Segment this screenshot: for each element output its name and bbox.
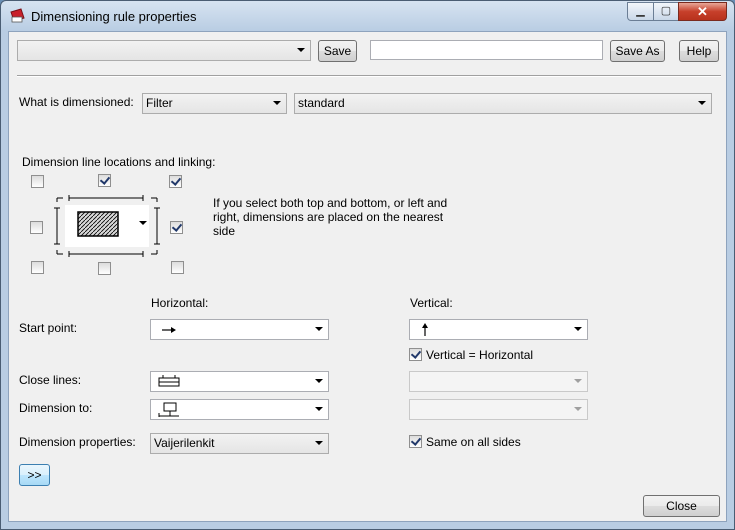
dimension-properties-label: Dimension properties: <box>19 435 136 449</box>
help-button[interactable]: Help <box>679 40 719 62</box>
vertical-close-lines-select[interactable] <box>409 371 588 392</box>
close-button[interactable]: Close <box>643 495 720 517</box>
close-lines-label: Close lines: <box>19 373 82 387</box>
arrow-up-icon <box>422 323 428 336</box>
vertical-start-point-select[interactable] <box>409 319 588 340</box>
chevron-down-icon <box>315 441 323 445</box>
close-icon: ✕ <box>697 4 708 19</box>
bottom-left-checkbox[interactable] <box>31 261 44 274</box>
dimension-to-icon <box>158 402 179 417</box>
toolbar-separator <box>17 75 721 77</box>
minimize-button[interactable]: ▁ <box>627 2 654 21</box>
dimension-type-select[interactable]: Filter <box>142 93 287 114</box>
dimension-locations-diagram-icon <box>54 195 160 257</box>
close-window-button[interactable]: ✕ <box>678 2 727 21</box>
horizontal-dimension-to-select[interactable] <box>150 399 329 420</box>
locations-note: If you select both top and bottom, or le… <box>213 196 448 238</box>
same-on-all-sides-checkbox[interactable] <box>409 435 422 448</box>
locations-label: Dimension line locations and linking: <box>22 155 216 169</box>
maximize-button[interactable]: ▢ <box>653 2 679 21</box>
top-left-checkbox[interactable] <box>31 175 44 188</box>
dialog-window: Dimensioning rule properties ▁ ▢ ✕ Save … <box>0 0 735 530</box>
chevron-down-icon <box>315 407 323 411</box>
bottom-right-checkbox[interactable] <box>171 261 184 274</box>
dimension-properties-select[interactable]: Vaijerilenkit <box>150 433 329 454</box>
chevron-down-icon <box>273 101 281 105</box>
filter-value: standard <box>298 96 345 110</box>
vertical-equals-horizontal-checkbox[interactable] <box>409 348 422 361</box>
expand-button[interactable]: >> <box>19 464 50 486</box>
arrow-right-icon <box>162 327 176 333</box>
left-checkbox[interactable] <box>30 221 43 234</box>
chevron-down-icon <box>315 327 323 331</box>
chevron-down-icon <box>297 48 305 52</box>
filter-select[interactable]: standard <box>294 93 712 114</box>
chevron-down-icon <box>574 379 582 383</box>
vertical-header: Vertical: <box>410 296 453 310</box>
top-right-checkbox[interactable] <box>169 175 182 188</box>
chevron-down-icon <box>574 407 582 411</box>
title-bar[interactable]: Dimensioning rule properties ▁ ▢ ✕ <box>1 1 734 31</box>
maximize-icon: ▢ <box>660 5 672 17</box>
what-dimensioned-label: What is dimensioned: <box>19 95 134 109</box>
dimension-to-label: Dimension to: <box>19 401 93 415</box>
chevron-down-icon <box>574 327 582 331</box>
save-button[interactable]: Save <box>318 40 357 62</box>
horizontal-start-point-select[interactable] <box>150 319 329 340</box>
save-as-name-input[interactable] <box>370 40 603 60</box>
preset-select[interactable] <box>17 40 311 61</box>
dimension-tool-icon <box>10 8 25 23</box>
same-on-all-sides-label: Same on all sides <box>426 435 521 449</box>
bottom-center-checkbox[interactable] <box>98 262 111 275</box>
vertical-dimension-to-select[interactable] <box>409 399 588 420</box>
start-point-label: Start point: <box>19 321 78 335</box>
right-checkbox[interactable] <box>170 221 183 234</box>
window-title: Dimensioning rule properties <box>31 9 197 24</box>
save-as-button[interactable]: Save As <box>610 40 665 62</box>
minimize-icon: ▁ <box>636 5 645 17</box>
horizontal-header: Horizontal: <box>151 296 209 310</box>
dimension-properties-value: Vaijerilenkit <box>154 436 215 450</box>
horizontal-close-lines-select[interactable] <box>150 371 329 392</box>
chevron-down-icon <box>698 101 706 105</box>
chevron-down-icon <box>315 379 323 383</box>
dimension-type-value: Filter <box>146 96 173 110</box>
close-lines-icon <box>158 375 180 387</box>
vertical-equals-horizontal-label: Vertical = Horizontal <box>426 348 534 362</box>
dialog-content: Save Save As Help What is dimensioned: F… <box>8 31 727 522</box>
top-center-checkbox[interactable] <box>98 174 111 187</box>
